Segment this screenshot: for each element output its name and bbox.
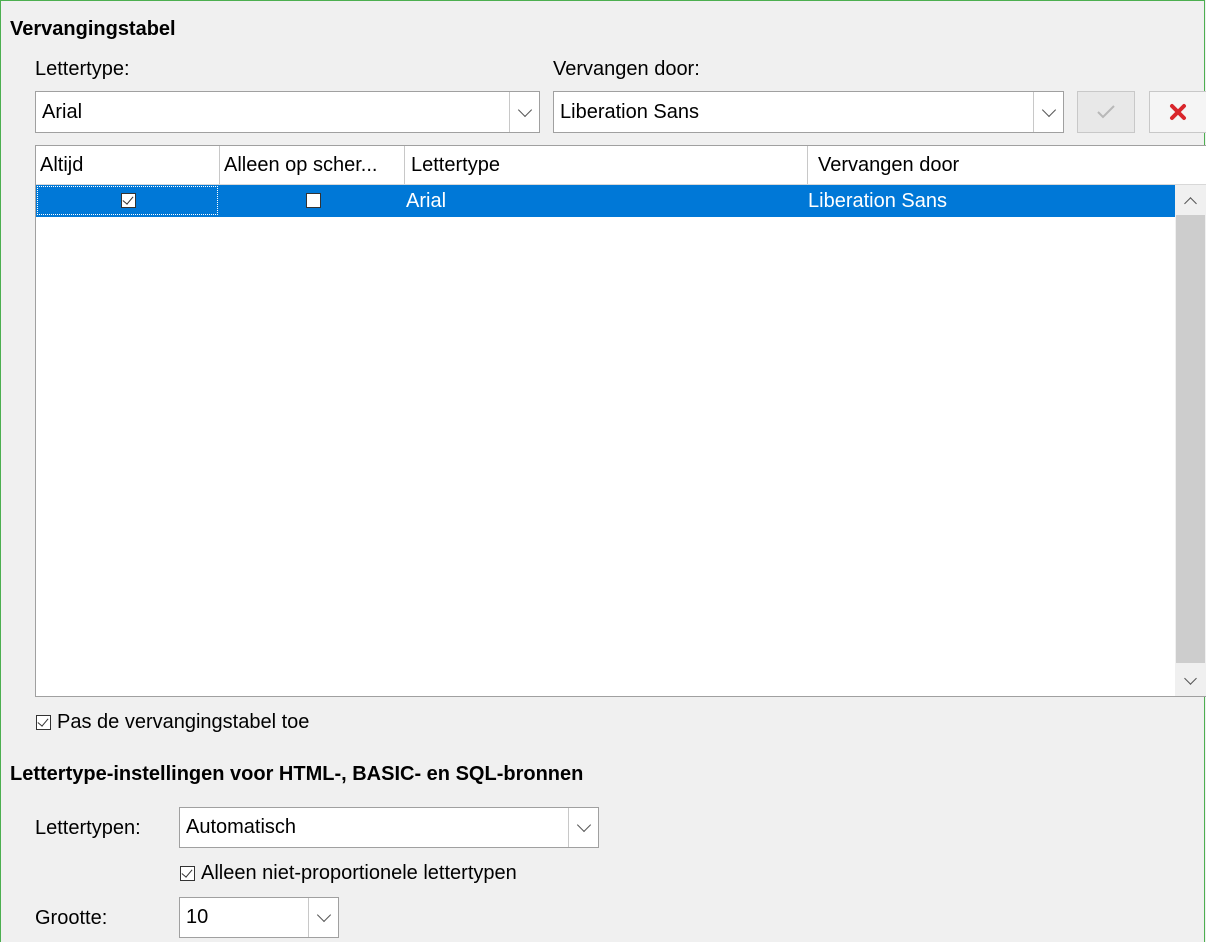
apply-replacement-table-label: Pas de vervangingstabel toe — [57, 711, 310, 733]
replace-with-label: Vervangen door: — [553, 58, 700, 80]
size-combobox[interactable]: 10 — [179, 897, 339, 938]
font-combobox[interactable]: Arial — [35, 91, 540, 133]
scroll-up-button[interactable] — [1175, 185, 1206, 216]
font-dropdown-button[interactable] — [509, 92, 539, 132]
chevron-up-icon — [1184, 196, 1197, 210]
fonts-dropdown-button[interactable] — [568, 808, 598, 847]
font-combobox-value: Arial — [42, 100, 83, 123]
table-header: Altijd Alleen op scher... Lettertype Ver… — [36, 146, 1206, 185]
fonts-combobox[interactable]: Automatisch — [179, 807, 599, 848]
apply-button[interactable] — [1077, 91, 1135, 133]
section-heading-replacement-table: Vervangingstabel — [10, 18, 176, 40]
replace-with-combobox-value: Liberation Sans — [560, 100, 699, 123]
replace-with-cell: Liberation Sans — [808, 190, 947, 212]
column-header-font[interactable]: Lettertype — [405, 146, 808, 184]
scroll-down-button[interactable] — [1175, 665, 1206, 696]
always-checkbox[interactable] — [121, 193, 136, 208]
chevron-down-icon — [1184, 671, 1197, 685]
section-heading-source-fonts: Lettertype-instellingen voor HTML-, BASI… — [10, 763, 584, 785]
size-label: Grootte: — [35, 907, 108, 929]
chevron-down-icon — [1041, 102, 1056, 117]
nonproportional-only-checkbox[interactable]: Alleen niet-proportionele lettertypen — [180, 862, 517, 885]
scrollbar-thumb[interactable] — [1176, 215, 1205, 663]
nonproportional-only-label: Alleen niet-proportionele lettertypen — [201, 862, 517, 884]
chevron-down-icon — [316, 907, 331, 923]
checkbox-icon — [180, 866, 195, 881]
chevron-down-icon — [517, 102, 532, 117]
replacement-table[interactable]: Altijd Alleen op scher... Lettertype Ver… — [35, 145, 1206, 697]
replace-with-dropdown-button[interactable] — [1033, 92, 1063, 132]
fonts-label: Lettertypen: — [35, 817, 141, 839]
screen-only-checkbox[interactable] — [306, 193, 321, 208]
apply-replacement-table-checkbox[interactable]: Pas de vervangingstabel toe — [36, 711, 309, 734]
font-cell: Arial — [406, 190, 447, 212]
chevron-down-icon — [576, 817, 591, 833]
column-header-replace-with[interactable]: Vervangen door — [808, 146, 1206, 184]
font-label: Lettertype: — [35, 58, 130, 80]
size-dropdown-button[interactable] — [308, 898, 338, 937]
delete-x-icon — [1170, 104, 1186, 120]
size-combobox-value: 10 — [186, 906, 209, 928]
column-header-screen-only[interactable]: Alleen op scher... — [220, 146, 405, 184]
replace-with-combobox[interactable]: Liberation Sans — [553, 91, 1064, 133]
table-row[interactable]: Arial Liberation Sans — [36, 185, 1175, 217]
checkbox-icon — [36, 715, 51, 730]
checkmark-icon — [1097, 105, 1115, 119]
delete-button[interactable] — [1149, 91, 1206, 133]
vertical-scrollbar[interactable] — [1175, 185, 1206, 696]
fonts-combobox-value: Automatisch — [186, 816, 297, 838]
column-header-always[interactable]: Altijd — [36, 146, 220, 184]
